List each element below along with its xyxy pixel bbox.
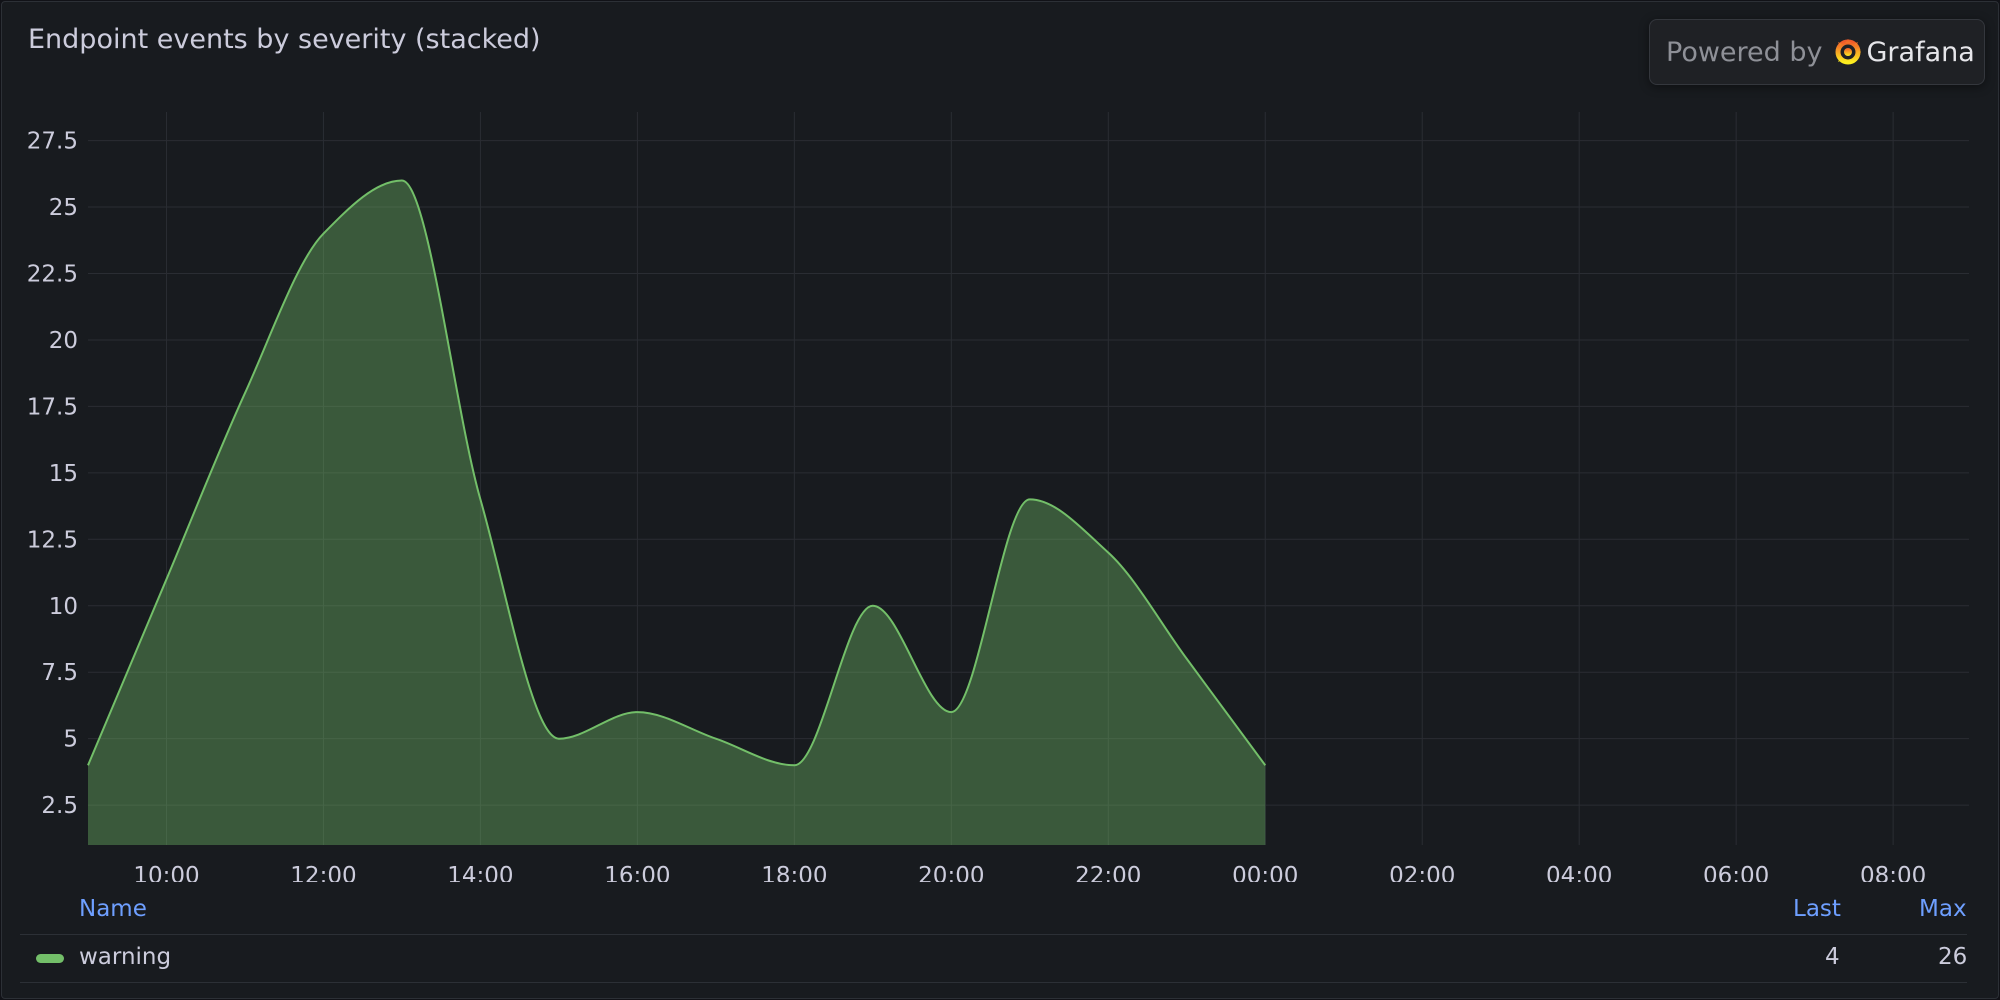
data-point-warning[interactable] [242,390,248,396]
y-tick-label: 10 [49,594,78,620]
y-tick-label: 15 [49,461,78,487]
y-tick-label: 22.5 [27,261,78,287]
x-axis: 10:00 12:00 14:00 16:00 18:00 20:00 22:00 00:00… [133,863,1926,882]
x-tick-label: 10:00 [133,863,199,882]
data-point-warning[interactable] [1027,496,1033,502]
data-point-warning[interactable] [1184,656,1190,662]
legend-header-max[interactable]: Max [1919,896,1967,922]
data-point-warning[interactable] [1105,550,1111,556]
legend-bottom-divider [20,982,1967,983]
legend-series-last: 4 [1825,944,1840,970]
x-tick-label: 18:00 [761,863,827,882]
x-tick-label: 20:00 [918,863,984,882]
y-tick-label: 7.5 [41,660,78,686]
x-tick-label: 08:00 [1860,863,1926,882]
x-tick-label: 02:00 [1389,863,1455,882]
y-tick-label: 25 [49,195,78,221]
x-tick-label: 04:00 [1546,863,1612,882]
x-tick-label: 16:00 [604,863,670,882]
data-point-warning[interactable] [870,603,876,609]
x-tick-label: 14:00 [447,863,513,882]
legend-swatch-warning [36,954,64,963]
y-tick-label: 20 [49,328,78,354]
x-tick-label: 06:00 [1703,863,1769,882]
y-axis: 2.5 5 7.5 10 12.5 15 17.5 20 22.5 25 27.5 [27,129,78,820]
data-point-warning[interactable] [791,762,797,768]
series-layer[interactable] [85,177,1268,845]
x-tick-label: 12:00 [290,863,356,882]
legend-series-name[interactable]: warning [79,944,171,970]
y-tick-label: 12.5 [27,527,78,553]
data-point-warning[interactable] [85,762,91,768]
data-point-warning[interactable] [1262,762,1268,768]
x-tick-label: 00:00 [1232,863,1298,882]
timeseries-plot[interactable]: 2.5 5 7.5 10 12.5 15 17.5 20 22.5 25 27.5 10:00 12:… [2,2,1998,882]
data-point-warning[interactable] [713,736,719,742]
data-point-warning[interactable] [320,231,326,237]
data-point-warning[interactable] [477,496,483,502]
x-tick-label: 22:00 [1075,863,1141,882]
y-tick-label: 5 [63,727,78,753]
legend-divider [20,934,1967,935]
series-area-warning[interactable] [88,180,1266,846]
data-point-warning[interactable] [163,576,169,582]
data-point-warning[interactable] [634,709,640,715]
data-point-warning[interactable] [556,736,562,742]
legend-series-max: 26 [1938,944,1968,970]
y-tick-label: 17.5 [27,394,78,420]
legend-header-last[interactable]: Last [1793,896,1841,922]
panel: Endpoint events by severity (stacked) Po… [1,1,1999,999]
y-tick-label: 27.5 [27,129,78,155]
legend-header-name[interactable]: Name [79,896,147,922]
y-tick-label: 2.5 [41,793,78,819]
data-point-warning[interactable] [399,177,405,183]
data-point-warning[interactable] [948,709,954,715]
